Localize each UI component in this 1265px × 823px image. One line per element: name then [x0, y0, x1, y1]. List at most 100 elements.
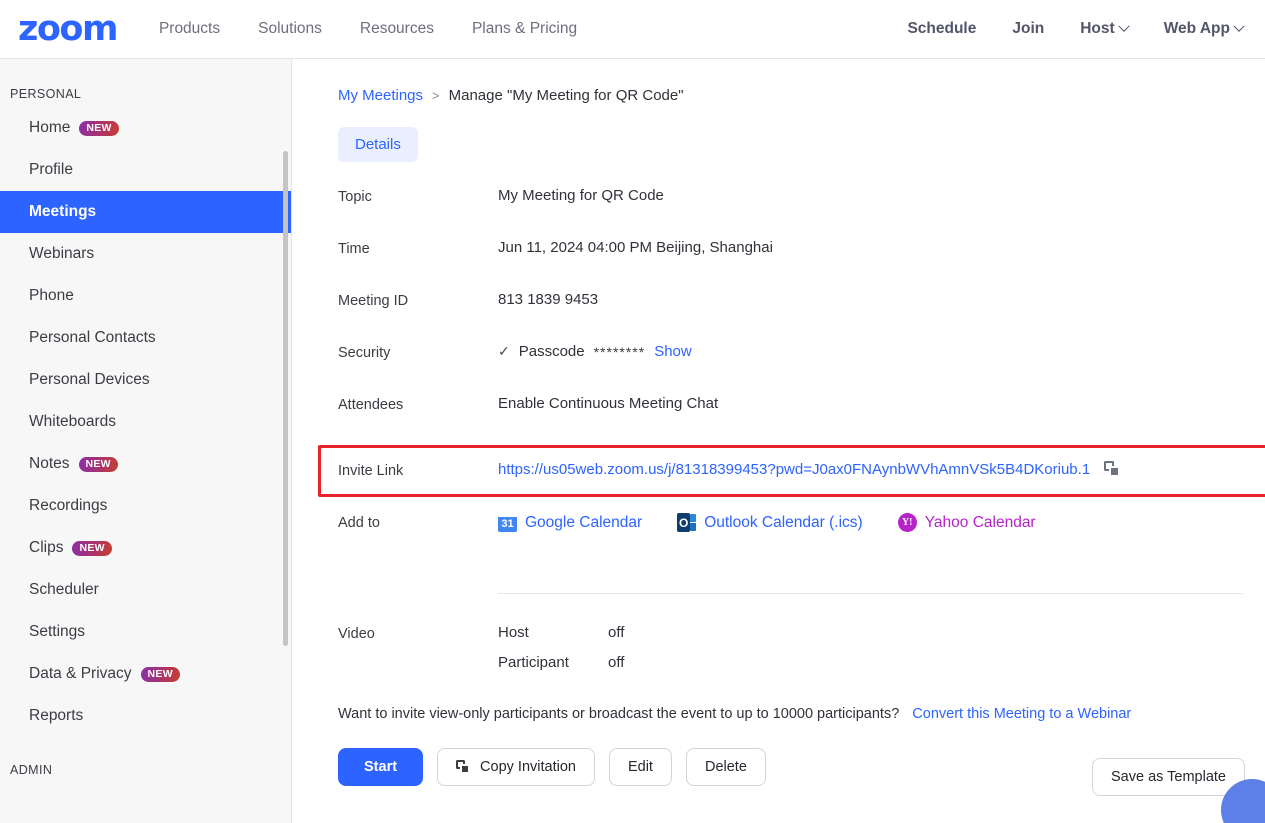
sidebar-item-label: Home	[29, 119, 71, 136]
sidebar-item-label: Phone	[29, 287, 74, 304]
sidebar-item-label: Clips	[29, 539, 64, 556]
nav-link-resources[interactable]: Resources	[360, 20, 434, 38]
breadcrumb-link-my-meetings[interactable]: My Meetings	[338, 87, 423, 104]
show-passcode-link[interactable]: Show	[654, 343, 692, 360]
topic-label: Topic	[338, 189, 372, 205]
sidebar-item-label: Recordings	[29, 497, 108, 514]
delete-button[interactable]: Delete	[685, 748, 766, 786]
sidebar-item-label: Reports	[29, 707, 84, 724]
video-row-participant: Participant off	[498, 654, 624, 671]
sidebar-item-label: Webinars	[29, 245, 95, 262]
sidebar: PERSONAL Home NEW Profile Meetings Webin…	[0, 59, 292, 823]
top-navigation-bar: zoom Products Solutions Resources Plans …	[0, 0, 1265, 59]
video-host-label: Host	[498, 624, 529, 641]
tab-details[interactable]: Details	[338, 127, 418, 162]
outlook-calendar-link[interactable]: Outlook Calendar (.ics)	[677, 513, 863, 532]
sidebar-item-settings[interactable]: Settings	[0, 611, 291, 653]
meeting-details-list: Topic My Meeting for QR Code Time Jun 11…	[318, 185, 1265, 786]
save-as-template-button[interactable]: Save as Template	[1092, 758, 1245, 796]
chevron-down-icon	[1233, 20, 1245, 32]
nav-link-host-label: Host	[1080, 20, 1115, 37]
sidebar-item-webinars[interactable]: Webinars	[0, 233, 291, 275]
zoom-logo[interactable]: zoom	[18, 11, 118, 47]
video-participant-state: off	[608, 654, 625, 671]
sidebar-item-profile[interactable]: Profile	[0, 149, 291, 191]
sidebar-item-clips[interactable]: Clips NEW	[0, 527, 291, 569]
webinar-conversion-note: Want to invite view-only participants or…	[338, 706, 1245, 722]
nav-link-host[interactable]: Host	[1080, 20, 1130, 38]
detail-row-meeting-id: Meeting ID 813 1839 9453	[338, 289, 1245, 341]
sidebar-item-notes[interactable]: Notes NEW	[0, 443, 291, 485]
sidebar-item-personal-contacts[interactable]: Personal Contacts	[0, 317, 291, 359]
calendar-links: 31 Google Calendar Outlook Calendar (.ic…	[498, 513, 1036, 532]
sidebar-item-reports[interactable]: Reports	[0, 695, 291, 737]
sidebar-item-label: Meetings	[29, 203, 97, 220]
detail-row-topic: Topic My Meeting for QR Code	[338, 185, 1245, 237]
time-value: Jun 11, 2024 04:00 PM Beijing, Shanghai	[498, 239, 773, 256]
nav-link-schedule-label: Schedule	[907, 20, 977, 37]
sidebar-item-phone[interactable]: Phone	[0, 275, 291, 317]
detail-row-add-to-calendar: Add to 31 Google Calendar Outlook Calend…	[338, 511, 1245, 563]
google-calendar-icon: 31	[498, 513, 517, 532]
webinar-note-text: Want to invite view-only participants or…	[338, 706, 900, 722]
sidebar-item-personal-devices[interactable]: Personal Devices	[0, 359, 291, 401]
start-button[interactable]: Start	[338, 748, 424, 786]
invite-link-label: Invite Link	[338, 463, 404, 479]
account-nav-links: Schedule Join Host Web App	[907, 20, 1245, 38]
new-badge: NEW	[78, 456, 118, 472]
primary-nav-links: Products Solutions Resources Plans & Pri…	[159, 20, 577, 38]
detail-row-time: Time Jun 11, 2024 04:00 PM Beijing, Shan…	[338, 237, 1245, 289]
main-content: My Meetings > Manage "My Meeting for QR …	[292, 59, 1265, 823]
convert-to-webinar-link[interactable]: Convert this Meeting to a Webinar	[912, 706, 1131, 722]
invite-link-url[interactable]: https://us05web.zoom.us/j/81318399453?pw…	[498, 461, 1090, 478]
nav-link-plans-pricing[interactable]: Plans & Pricing	[472, 20, 577, 38]
sidebar-item-meetings[interactable]: Meetings	[0, 191, 291, 233]
google-calendar-link[interactable]: 31 Google Calendar	[498, 513, 642, 532]
new-badge: NEW	[140, 666, 180, 682]
attendees-value: Enable Continuous Meeting Chat	[498, 395, 719, 412]
sidebar-item-data-privacy[interactable]: Data & Privacy NEW	[0, 653, 291, 695]
google-calendar-label: Google Calendar	[525, 513, 643, 531]
new-badge: NEW	[79, 120, 119, 136]
topic-value: My Meeting for QR Code	[498, 187, 664, 204]
sidebar-item-label: Whiteboards	[29, 413, 117, 430]
google-calendar-icon-day: 31	[501, 518, 514, 530]
sidebar-item-label: Scheduler	[29, 581, 99, 598]
check-icon: ✓	[498, 343, 510, 359]
security-passcode-line: ✓ Passcode ******** Show	[498, 343, 692, 360]
sidebar-item-label: Data & Privacy	[29, 665, 132, 682]
passcode-label: Passcode	[518, 343, 585, 360]
security-label: Security	[338, 345, 391, 361]
breadcrumb-separator-icon: >	[432, 88, 440, 103]
sidebar-scrollbar[interactable]	[283, 151, 288, 646]
sidebar-item-label: Personal Contacts	[29, 329, 156, 346]
sidebar-item-label: Personal Devices	[29, 371, 150, 388]
nav-link-schedule[interactable]: Schedule	[907, 20, 976, 38]
copy-invite-link-icon[interactable]	[1104, 461, 1121, 477]
sidebar-item-label: Notes	[29, 455, 70, 472]
copy-invitation-button[interactable]: Copy Invitation	[437, 748, 595, 786]
detail-row-invite-link: Invite Link https://us05web.zoom.us/j/81…	[318, 445, 1265, 497]
sidebar-item-home[interactable]: Home NEW	[0, 107, 291, 149]
section-divider	[498, 593, 1243, 594]
nav-link-join[interactable]: Join	[1012, 20, 1044, 38]
sidebar-item-recordings[interactable]: Recordings	[0, 485, 291, 527]
passcode-masked-value: ********	[593, 343, 646, 360]
edit-button[interactable]: Edit	[608, 748, 672, 786]
outlook-calendar-icon	[677, 513, 697, 532]
sidebar-item-whiteboards[interactable]: Whiteboards	[0, 401, 291, 443]
nav-link-solutions[interactable]: Solutions	[258, 20, 322, 38]
breadcrumb-current: Manage "My Meeting for QR Code"	[448, 87, 684, 104]
new-badge: NEW	[72, 540, 112, 556]
chevron-down-icon	[1118, 20, 1130, 32]
nav-link-web-app[interactable]: Web App	[1164, 20, 1245, 38]
sidebar-item-scheduler[interactable]: Scheduler	[0, 569, 291, 611]
attendees-label: Attendees	[338, 397, 404, 413]
time-label: Time	[338, 241, 370, 257]
sidebar-section-personal: PERSONAL	[10, 87, 82, 101]
detail-row-video: Video Host off Participant off	[338, 622, 1245, 674]
copy-icon	[456, 760, 471, 774]
nav-link-products[interactable]: Products	[159, 20, 220, 38]
yahoo-calendar-link[interactable]: Y! Yahoo Calendar	[897, 513, 1036, 532]
copy-invitation-label: Copy Invitation	[480, 759, 576, 775]
